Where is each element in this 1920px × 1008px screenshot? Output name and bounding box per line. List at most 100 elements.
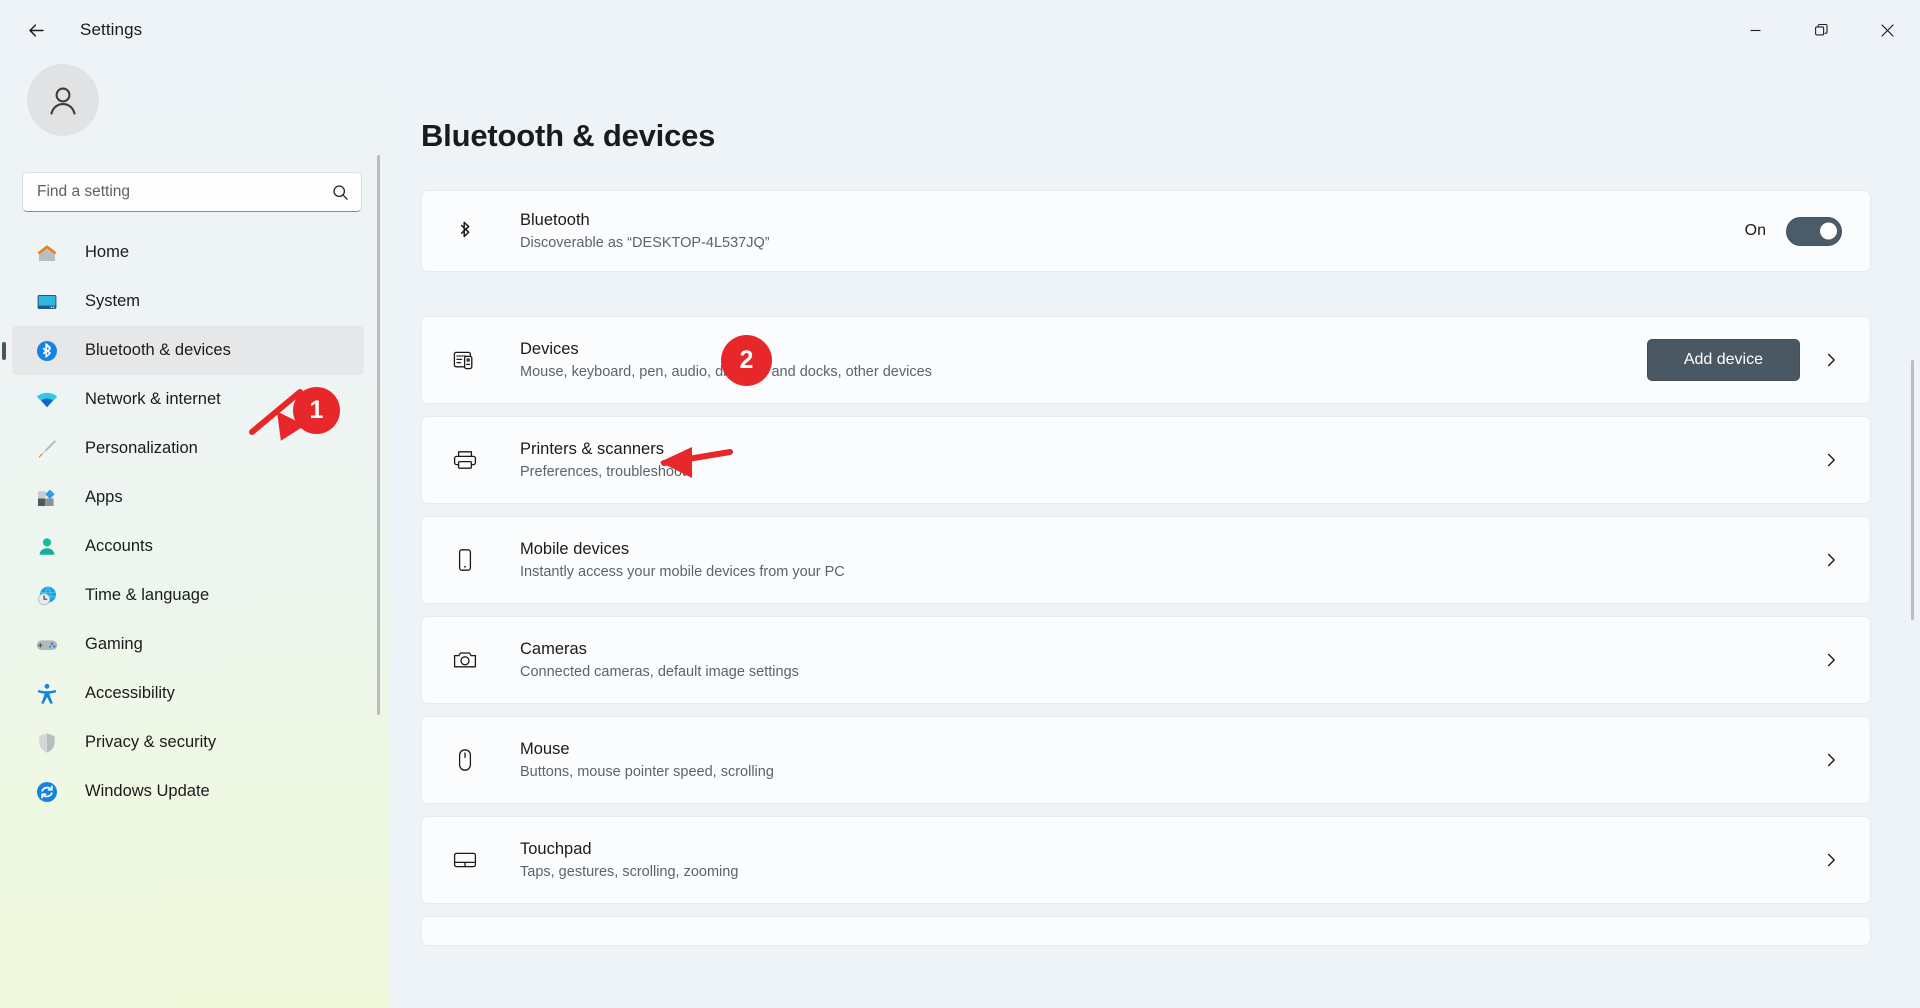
sidebar-item-gaming[interactable]: Gaming bbox=[12, 620, 364, 669]
sidebar-item-label: Bluetooth & devices bbox=[85, 341, 231, 359]
touchpad-text: Touchpad Taps, gestures, scrolling, zoom… bbox=[520, 838, 1800, 882]
maximize-button[interactable] bbox=[1788, 0, 1854, 60]
sidebar-item-system[interactable]: System bbox=[12, 277, 364, 326]
avatar bbox=[27, 64, 99, 136]
sidebar-scrollbar[interactable] bbox=[377, 155, 380, 715]
sidebar: Home System bbox=[0, 60, 390, 1008]
bluetooth-subtitle: Discoverable as “DESKTOP-4L537JQ” bbox=[520, 235, 770, 252]
row-touchpad[interactable]: Touchpad Taps, gestures, scrolling, zoom… bbox=[421, 816, 1871, 904]
update-refresh-icon bbox=[34, 779, 60, 805]
sidebar-item-label: Accounts bbox=[85, 537, 153, 555]
sidebar-item-label: Home bbox=[85, 243, 130, 261]
bluetooth-card[interactable]: Bluetooth Discoverable as “DESKTOP-4L537… bbox=[421, 190, 1871, 272]
phone-icon bbox=[448, 547, 482, 573]
camera-icon bbox=[448, 647, 482, 673]
sidebar-item-bluetooth-devices[interactable]: Bluetooth & devices bbox=[12, 326, 364, 375]
sidebar-nav: Home System Bluetooth & devices Network … bbox=[0, 228, 390, 816]
row-subtitle: Instantly access your mobile devices fro… bbox=[520, 564, 845, 581]
mobile-text: Mobile devices Instantly access your mob… bbox=[520, 538, 1800, 582]
mouse-text: Mouse Buttons, mouse pointer speed, scro… bbox=[520, 738, 1800, 782]
sidebar-item-apps[interactable]: Apps bbox=[12, 473, 364, 522]
sidebar-item-windows-update[interactable]: Windows Update bbox=[12, 767, 364, 816]
wifi-icon bbox=[34, 387, 60, 413]
sidebar-item-label: Privacy & security bbox=[85, 733, 217, 751]
sidebar-item-label: Network & internet bbox=[85, 390, 221, 408]
row-subtitle: Connected cameras, default image setting… bbox=[520, 664, 799, 681]
annotation-badge-1: 1 bbox=[293, 387, 340, 434]
settings-cards: Bluetooth Discoverable as “DESKTOP-4L537… bbox=[399, 190, 1920, 946]
app-title: Settings bbox=[80, 20, 143, 39]
home-icon bbox=[34, 240, 60, 266]
row-subtitle: Taps, gestures, scrolling, zooming bbox=[520, 864, 739, 881]
sidebar-item-accessibility[interactable]: Accessibility bbox=[12, 669, 364, 718]
bluetooth-toggle-wrap: On bbox=[1744, 216, 1842, 246]
printer-icon bbox=[448, 447, 482, 473]
chevron-right-icon[interactable] bbox=[1814, 652, 1848, 668]
bluetooth-icon bbox=[448, 218, 482, 244]
search-input[interactable] bbox=[37, 183, 332, 201]
sidebar-item-label: System bbox=[85, 292, 141, 310]
row-devices[interactable]: Devices Mouse, keyboard, pen, audio, dis… bbox=[421, 316, 1871, 404]
bluetooth-toggle[interactable] bbox=[1786, 216, 1842, 246]
row-mouse[interactable]: Mouse Buttons, mouse pointer speed, scro… bbox=[421, 716, 1871, 804]
apps-icon bbox=[34, 485, 60, 511]
minimize-icon bbox=[1750, 29, 1760, 31]
sidebar-item-privacy-security[interactable]: Privacy & security bbox=[12, 718, 364, 767]
bluetooth-title: Bluetooth bbox=[520, 210, 590, 229]
sidebar-item-home[interactable]: Home bbox=[12, 228, 364, 277]
window-body: Home System bbox=[0, 60, 1920, 1008]
close-icon bbox=[1880, 23, 1894, 37]
sidebar-item-time-language[interactable]: Time & language bbox=[12, 571, 364, 620]
row-title: Touchpad bbox=[520, 839, 592, 858]
row-partial-next[interactable] bbox=[421, 916, 1871, 946]
sidebar-item-label: Windows Update bbox=[85, 782, 210, 800]
chevron-right-icon[interactable] bbox=[1814, 752, 1848, 768]
main-content: Bluetooth & devices Bluetooth Discoverab… bbox=[390, 60, 1920, 1008]
sidebar-item-label: Accessibility bbox=[85, 684, 175, 702]
chevron-right-icon[interactable] bbox=[1814, 352, 1848, 368]
avatar-container[interactable] bbox=[0, 64, 390, 136]
chevron-right-icon[interactable] bbox=[1814, 452, 1848, 468]
row-mobile-devices[interactable]: Mobile devices Instantly access your mob… bbox=[421, 516, 1871, 604]
bluetooth-toggle-label: On bbox=[1744, 222, 1766, 239]
annotation-badge-2: 2 bbox=[721, 335, 772, 386]
user-avatar-icon bbox=[50, 87, 76, 115]
devices-text: Devices Mouse, keyboard, pen, audio, dis… bbox=[520, 338, 1647, 382]
search-box[interactable] bbox=[22, 172, 362, 212]
main-scrollbar[interactable] bbox=[1911, 360, 1914, 620]
sidebar-item-accounts[interactable]: Accounts bbox=[12, 522, 364, 571]
gamepad-icon bbox=[34, 632, 60, 658]
account-person-icon bbox=[34, 534, 60, 560]
bluetooth-icon bbox=[34, 338, 60, 364]
row-title: Mouse bbox=[520, 739, 570, 758]
row-subtitle: Mouse, keyboard, pen, audio, displays an… bbox=[520, 364, 932, 381]
bluetooth-text: Bluetooth Discoverable as “DESKTOP-4L537… bbox=[520, 209, 1745, 253]
paintbrush-icon bbox=[34, 436, 60, 462]
back-arrow-icon bbox=[28, 23, 44, 37]
row-title: Printers & scanners bbox=[520, 439, 664, 458]
close-button[interactable] bbox=[1854, 0, 1920, 60]
shield-icon bbox=[34, 730, 60, 756]
add-device-button[interactable]: Add device bbox=[1646, 339, 1800, 381]
back-button[interactable] bbox=[14, 8, 58, 52]
devices-icon bbox=[448, 347, 482, 373]
touchpad-icon bbox=[448, 847, 482, 873]
printers-text: Printers & scanners Preferences, trouble… bbox=[520, 438, 1800, 482]
row-cameras[interactable]: Cameras Connected cameras, default image… bbox=[421, 616, 1871, 704]
page-title: Bluetooth & devices bbox=[421, 118, 716, 153]
mouse-icon bbox=[448, 747, 482, 773]
title-bar: Settings bbox=[0, 0, 1920, 60]
row-title: Devices bbox=[520, 339, 579, 358]
sidebar-item-label: Time & language bbox=[85, 586, 210, 604]
restore-icon bbox=[1814, 23, 1828, 35]
row-printers-scanners[interactable]: Printers & scanners Preferences, trouble… bbox=[421, 416, 1871, 504]
system-monitor-icon bbox=[34, 289, 60, 315]
minimize-button[interactable] bbox=[1722, 0, 1788, 60]
chevron-right-icon[interactable] bbox=[1814, 852, 1848, 868]
row-title: Mobile devices bbox=[520, 539, 630, 558]
sidebar-item-label: Apps bbox=[85, 488, 123, 506]
row-title: Cameras bbox=[520, 639, 587, 658]
search-icon[interactable] bbox=[332, 184, 349, 201]
clock-globe-icon bbox=[34, 583, 60, 609]
chevron-right-icon[interactable] bbox=[1814, 552, 1848, 568]
